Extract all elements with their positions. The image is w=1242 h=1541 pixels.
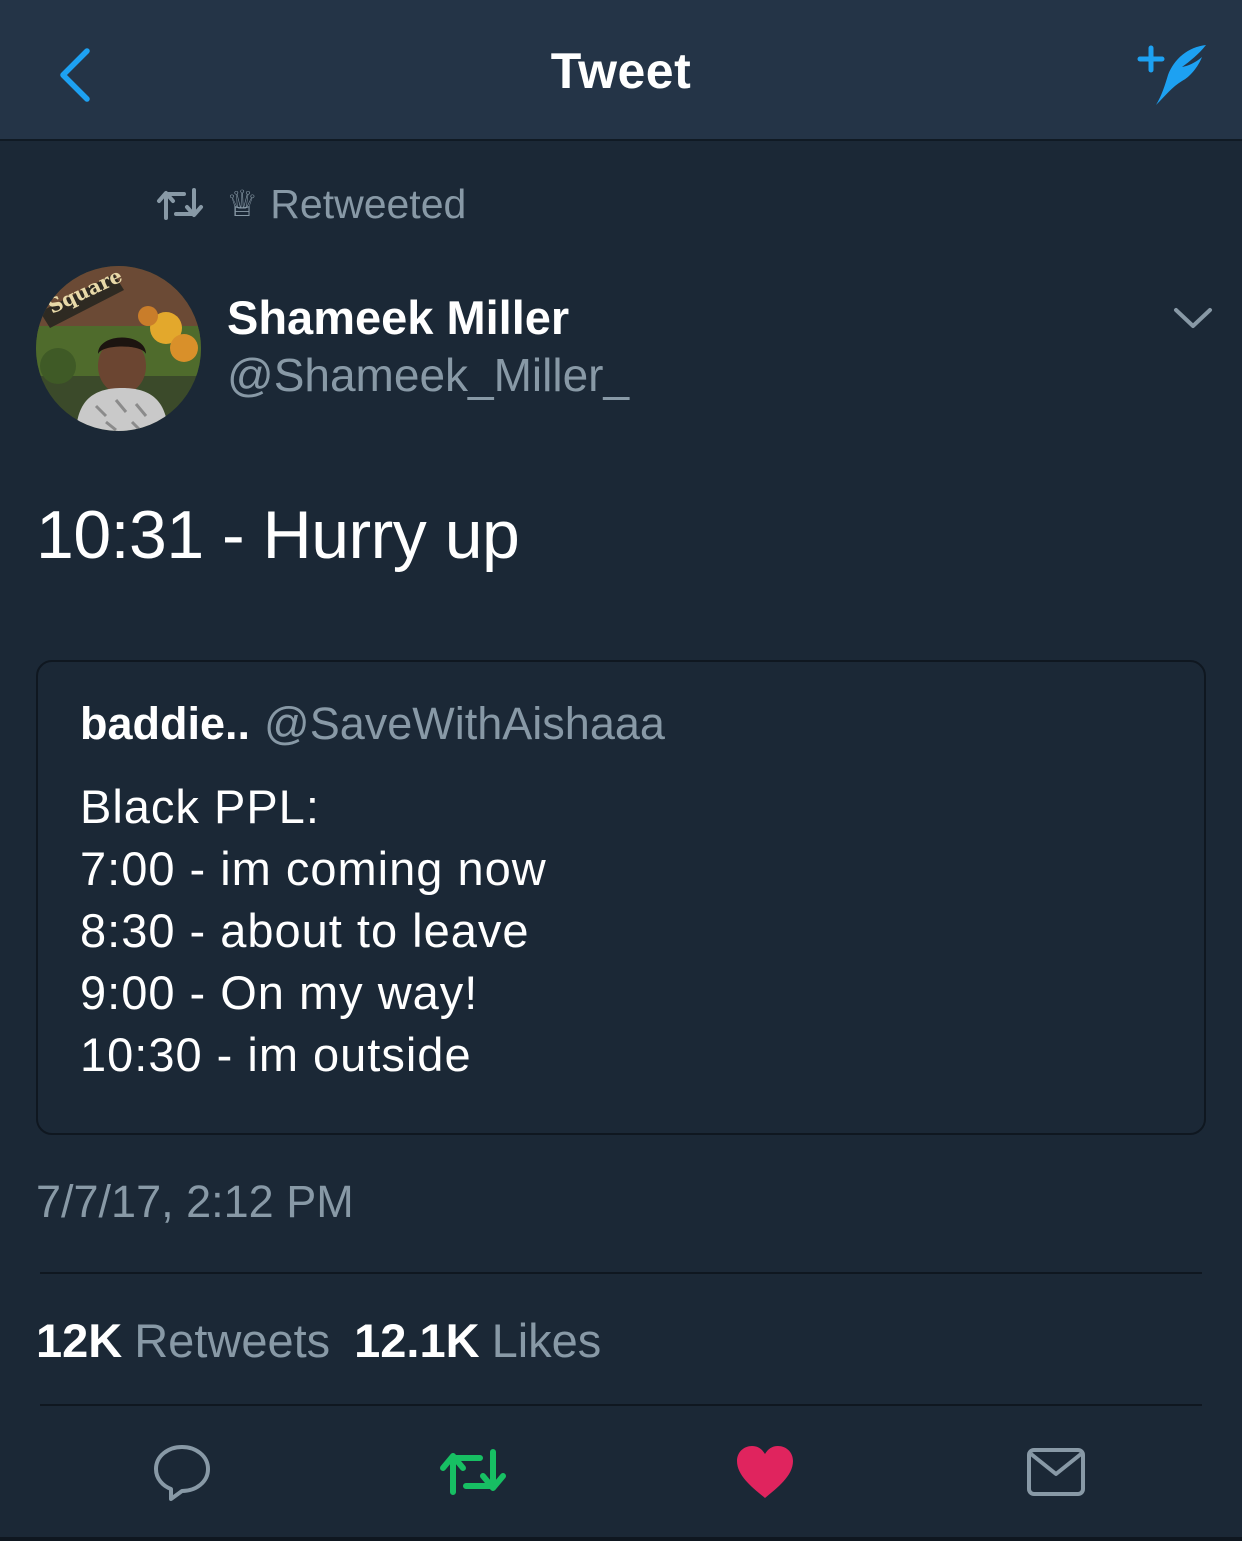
- compose-button[interactable]: [1122, 30, 1222, 120]
- quoted-text-line: Black PPL:: [80, 780, 320, 833]
- profile-photo: Square: [36, 266, 201, 431]
- quoted-text-line: 8:30 - about to leave: [80, 904, 530, 957]
- avatar[interactable]: Square: [36, 266, 201, 431]
- retweets-count: 12K: [36, 1314, 123, 1367]
- tweet-timestamp[interactable]: 7/7/17, 2:12 PM: [36, 1176, 354, 1228]
- quoted-author-name: baddie..: [80, 698, 251, 749]
- more-options-button[interactable]: [1168, 298, 1218, 338]
- quoted-text-line: 9:00 - On my way!: [80, 966, 479, 1019]
- divider: [40, 1404, 1202, 1406]
- quoted-tweet-header: baddie.. @SaveWithAishaaa: [80, 698, 665, 750]
- quoted-tweet[interactable]: baddie.. @SaveWithAishaaa Black PPL: 7:00…: [36, 660, 1206, 1135]
- likes-label: Likes: [491, 1314, 602, 1367]
- tweet-stats: 12K Retweets 12.1K Likes: [36, 1313, 601, 1368]
- author-name[interactable]: Shameek Miller: [227, 290, 569, 345]
- retweet-icon: [440, 1449, 506, 1495]
- retweets-stat[interactable]: 12K Retweets: [36, 1314, 330, 1367]
- divider: [40, 1272, 1202, 1274]
- quoted-text-line: 7:00 - im coming now: [80, 842, 547, 895]
- retweet-button[interactable]: [438, 1437, 508, 1507]
- direct-message-button[interactable]: [1021, 1437, 1091, 1507]
- bottom-border: [0, 1537, 1242, 1541]
- retweeted-label: Retweeted: [270, 180, 467, 227]
- tweet-text: 10:31 - Hurry up: [36, 497, 520, 573]
- author-handle[interactable]: @Shameek_Miller_: [227, 348, 629, 402]
- retweet-icon: [157, 188, 203, 220]
- likes-count: 12.1K: [354, 1314, 480, 1367]
- retweets-label: Retweets: [134, 1314, 331, 1367]
- quoted-text-line: 10:30 - im outside: [80, 1028, 472, 1081]
- quoted-author-handle: @SaveWithAishaaa: [264, 698, 665, 749]
- heart-icon: [737, 1446, 793, 1498]
- reply-button[interactable]: [147, 1437, 217, 1507]
- quoted-tweet-text: Black PPL: 7:00 - im coming now 8:30 - a…: [80, 776, 547, 1086]
- page-title: Tweet: [550, 43, 692, 99]
- nav-bar: Tweet: [0, 0, 1242, 141]
- compose-tweet-icon: [1137, 45, 1206, 105]
- envelope-icon: [1027, 1448, 1085, 1496]
- crown-icon: ♕: [226, 183, 259, 225]
- retweeted-by-context[interactable]: ♕ Retweeted: [156, 178, 466, 230]
- likes-stat[interactable]: 12.1K Likes: [354, 1314, 601, 1367]
- reply-icon: [154, 1445, 210, 1501]
- like-button[interactable]: [730, 1437, 800, 1507]
- chevron-down-icon: [1174, 308, 1212, 328]
